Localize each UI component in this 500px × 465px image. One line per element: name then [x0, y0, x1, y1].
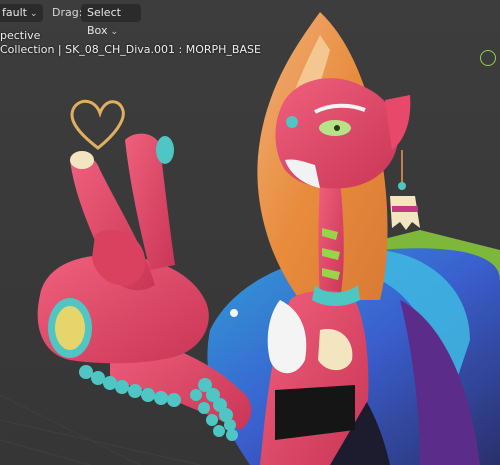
drag-label: Drag: — [52, 6, 83, 19]
object-path-text: Collection | SK_08_CH_Diva.001 : MORPH_B… — [0, 43, 261, 56]
sparkle-dot — [230, 309, 238, 317]
chevron-down-icon: ⌄ — [110, 27, 118, 37]
shading-mode-dropdown[interactable]: fault ⌄ — [0, 4, 43, 22]
drag-mode-dropdown[interactable]: Select Box ⌄ — [81, 4, 141, 37]
viewport-header: fault ⌄ Drag: Select Box ⌄ — [0, 0, 500, 37]
neck — [318, 180, 344, 300]
pupil — [334, 125, 340, 131]
3d-viewport[interactable]: fault ⌄ Drag: Select Box ⌄ pective Collect… — [0, 0, 500, 465]
ring — [48, 298, 92, 358]
fingernail-teal — [156, 136, 174, 164]
view-mode-text: pective — [0, 29, 41, 42]
gizmo-icon[interactable] — [480, 50, 496, 66]
viewport-render — [0, 0, 500, 465]
forehead-gem — [286, 116, 298, 128]
chevron-down-icon: ⌄ — [29, 9, 38, 19]
shading-mode-value: fault — [2, 6, 27, 19]
fingernail-thumb — [70, 151, 94, 169]
